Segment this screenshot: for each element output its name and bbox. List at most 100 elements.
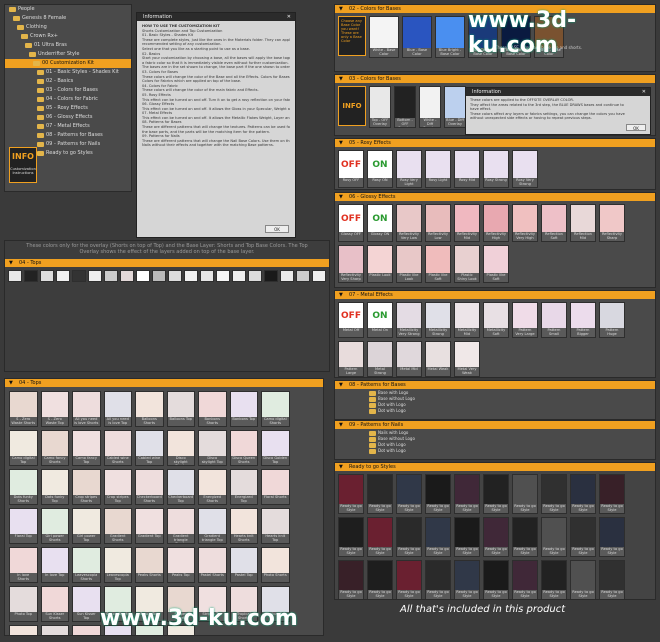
preset-tile[interactable]: Rosy Mid — [454, 150, 480, 188]
preset-tile[interactable] — [152, 270, 166, 282]
preset-tile[interactable]: All you need is love Top — [103, 391, 132, 427]
tree-row[interactable]: Clothing — [5, 23, 131, 32]
preset-tile[interactable]: Ready to go Style — [483, 560, 509, 599]
preset-tile[interactable]: Ready to go Style — [396, 474, 422, 514]
preset-tile[interactable]: Ready to go Style — [599, 517, 625, 557]
preset-tile[interactable]: Floral Top — [9, 508, 38, 544]
rosy-header[interactable]: 05 - Rosy Effects — [335, 139, 655, 147]
preset-tile[interactable]: Camo digital Shorts — [261, 391, 290, 427]
preset-tile[interactable]: Hearts knit Top — [261, 508, 290, 544]
preset-tile[interactable]: ON Rosy ON — [367, 150, 393, 188]
preset-tile[interactable]: Bottom - OFF Overlay — [394, 86, 416, 128]
preset-tile[interactable]: Ready to go Style — [483, 474, 509, 514]
tree-row[interactable]: 03 - Colors for Bases — [5, 86, 131, 95]
preset-tile[interactable]: Plastic like Look — [396, 245, 422, 283]
preset-tile[interactable]: White - Diff Overlay — [419, 86, 441, 128]
preset-tile[interactable]: S - Zero Waste Shorts — [9, 391, 38, 427]
preset-tile[interactable] — [312, 270, 326, 282]
preset-tile[interactable]: Ready to go Style — [425, 474, 451, 514]
preset-tile[interactable]: Rosy Very Strong — [512, 150, 538, 188]
preset-tile[interactable] — [248, 270, 262, 282]
preset-tile[interactable]: Ready to go Style — [541, 474, 567, 514]
preset-tile[interactable]: Checkerboard Shorts — [135, 469, 164, 505]
preset-tile[interactable]: Gradient triangle Shorts — [166, 508, 195, 544]
preset-tile[interactable]: ON Metal On — [367, 302, 393, 338]
preset-tile[interactable]: Pattern Small — [541, 302, 567, 338]
preset-tile[interactable]: Ready to go Style — [338, 474, 364, 514]
preset-tile[interactable]: Ready to go Style — [512, 517, 538, 557]
preset-tile[interactable]: Girl power Shorts — [40, 508, 69, 544]
preset-tile[interactable]: Blue - Diff Overlay — [444, 86, 466, 128]
preset-tile[interactable] — [56, 270, 70, 282]
preset-tile[interactable]: Photo Shorts — [261, 547, 290, 583]
overlay-info-badge[interactable]: INFO — [338, 86, 366, 126]
products-header[interactable]: 04 - Tops — [5, 379, 323, 387]
preset-tile[interactable]: Balloons Shorts — [135, 391, 164, 427]
preset-tile[interactable]: Peaks Top — [166, 547, 195, 583]
pattern-list-item[interactable]: Dot with Logo — [365, 448, 625, 454]
close-icon[interactable]: ✕ — [642, 88, 650, 96]
preset-tile[interactable]: Plastic like Soft — [483, 245, 509, 283]
preset-tile[interactable]: Disco skylight Top — [198, 430, 227, 466]
preset-tile[interactable]: Ready to go Style — [483, 517, 509, 557]
preset-tile[interactable]: Reflectivity Low — [425, 204, 451, 242]
preset-tile[interactable]: Ready to go Style — [396, 560, 422, 599]
preset-tile[interactable]: Energized Top — [229, 469, 258, 505]
preset-tile[interactable]: Leavescopia Top — [103, 547, 132, 583]
preset-tile[interactable]: OFF Rosy OFF — [338, 150, 364, 188]
patterns-nails-header[interactable]: 09 - Patterns for Nails — [335, 421, 655, 429]
preset-tile[interactable]: Disco skylight Shorts — [166, 430, 195, 466]
preset-tile[interactable]: Ready to go Style — [454, 560, 480, 599]
preset-tile[interactable]: Pastel Shorts — [198, 547, 227, 583]
tree-row[interactable]: 05 - Rosy Effects — [5, 104, 131, 113]
preset-tile[interactable] — [280, 270, 294, 282]
preset-tile[interactable]: Reflectivity Very High — [512, 204, 538, 242]
preset-tile[interactable]: Pattern Bigger — [570, 302, 596, 338]
preset-tile[interactable]: Ready to go Style — [599, 560, 625, 599]
tree-row[interactable]: 01 - Basic Styles - Shades Kit — [5, 68, 131, 77]
overlay-dialog-ok-button[interactable]: OK — [626, 124, 646, 131]
glossy-header[interactable]: 06 - Glossy Effects — [335, 193, 655, 201]
preset-tile[interactable]: Metallicity Soft — [483, 302, 509, 338]
preset-tile[interactable]: Ready to go Style — [454, 474, 480, 514]
preset-tile[interactable] — [120, 270, 134, 282]
preset-tile[interactable]: Blue Bright - Base Color — [435, 16, 465, 58]
preset-tile[interactable]: Ready to go Style — [541, 517, 567, 557]
preset-tile[interactable]: Sun Kisser Shorts — [40, 586, 69, 622]
preset-tile[interactable]: Plastic Look — [367, 245, 393, 283]
preset-tile[interactable]: Reflectivity High — [483, 204, 509, 242]
preset-tile[interactable]: Ready to go Style — [367, 517, 393, 557]
tree-row[interactable]: Underrifter Style — [5, 50, 131, 59]
preset-tile[interactable]: Ready to go Style — [512, 560, 538, 599]
close-icon[interactable]: ✕ — [287, 13, 295, 21]
preset-tile[interactable]: Ready to go Style — [570, 517, 596, 557]
preset-tile[interactable]: Rosy Very Light — [396, 150, 422, 188]
preset-tile[interactable]: Peaks Shorts — [135, 547, 164, 583]
preset-tile[interactable]: Bonbons Shorts — [198, 391, 227, 427]
tree-row[interactable]: 01 Ultra Bras — [5, 41, 131, 50]
preset-tile[interactable]: Metallicity Very Strong — [396, 302, 422, 338]
preset-tile[interactable]: Balloons Top — [166, 391, 195, 427]
preset-tile[interactable]: All you need is love Shorts — [72, 391, 101, 427]
info-dialog-ok-button[interactable]: OK — [265, 225, 289, 233]
preset-tile[interactable]: Ready to go Style — [338, 517, 364, 557]
preset-tile[interactable]: Energized Shorts — [198, 469, 227, 505]
preset-tile[interactable]: Disco Queen Shorts — [229, 430, 258, 466]
tree-row[interactable]: 04 - Colors for Fabric — [5, 95, 131, 104]
preset-tile[interactable] — [296, 270, 310, 282]
preset-tile[interactable]: Ready to go Style — [541, 560, 567, 599]
preset-tile[interactable]: Ready to go Style — [367, 560, 393, 599]
preset-tile[interactable]: Waves Top — [40, 625, 69, 635]
preset-tile[interactable]: Hearts knit Shorts — [229, 508, 258, 544]
preset-tile[interactable]: Bonbons Top — [229, 391, 258, 427]
preset-tile[interactable]: In love Shorts — [9, 547, 38, 583]
preset-tile[interactable]: Waves Shorts — [9, 625, 38, 635]
preset-tile[interactable] — [264, 270, 278, 282]
preset-tile[interactable]: Photo Top — [9, 586, 38, 622]
tree-row[interactable]: 02 - Basics — [5, 77, 131, 86]
preset-tile[interactable]: Checkerboard Top — [166, 469, 195, 505]
preset-tile[interactable]: Pattern Very Large — [512, 302, 538, 338]
preset-tile[interactable] — [104, 270, 118, 282]
patterns-bases-header[interactable]: 08 - Patterns for Bases — [335, 381, 655, 389]
preset-tile[interactable]: Camo digital Top — [9, 430, 38, 466]
